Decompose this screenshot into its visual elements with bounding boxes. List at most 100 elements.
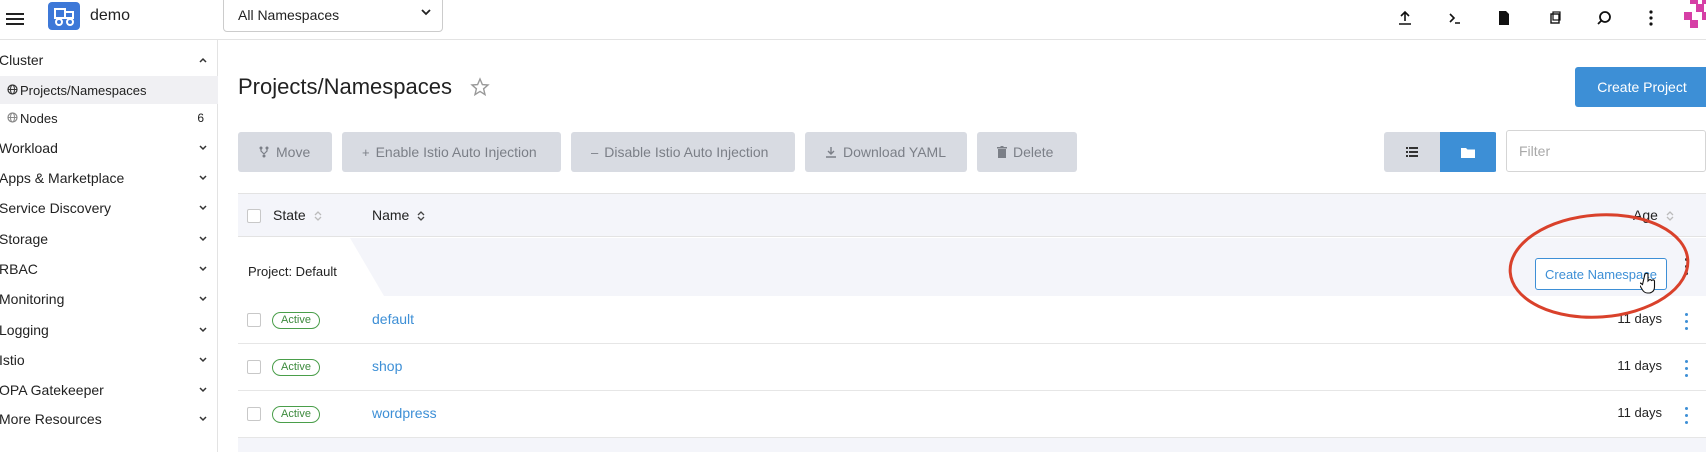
terminal-icon[interactable] — [1443, 6, 1467, 30]
chevron-down-icon — [199, 205, 207, 211]
upload-icon[interactable] — [1393, 6, 1417, 30]
sidebar-group-apps-marketplace[interactable]: Apps & Marketplace — [0, 163, 218, 193]
globe-icon — [7, 84, 18, 95]
chevron-down-icon — [199, 416, 207, 422]
namespace-link[interactable]: default — [372, 311, 414, 327]
sidebar-item-nodes[interactable]: Nodes 6 — [0, 104, 218, 132]
flat-list-toggle[interactable] — [1384, 132, 1440, 172]
table-footer-strip — [238, 438, 1706, 452]
cluster-name: demo — [90, 7, 131, 24]
row-actions-icon[interactable] — [1683, 311, 1691, 331]
select-all-checkbox[interactable] — [247, 209, 261, 223]
chevron-down-icon — [199, 296, 207, 302]
chevron-down-icon — [199, 266, 207, 272]
more-vertical-icon[interactable] — [1639, 6, 1663, 30]
column-state[interactable]: State — [273, 207, 322, 223]
chevron-down-icon — [199, 175, 207, 181]
project-group-label: Project: Default — [248, 264, 337, 279]
cluster-logo-icon — [48, 2, 80, 30]
sidebar-group-more-resources[interactable]: More Resources — [0, 404, 218, 434]
sidebar-item-projects-namespaces[interactable]: Projects/Namespaces — [0, 76, 218, 104]
sidebar: Cluster Projects/Namespaces Nodes 6 Work… — [0, 40, 218, 452]
page-title: Projects/Namespaces — [238, 74, 452, 99]
column-name[interactable]: Name — [372, 207, 425, 223]
namespace-link[interactable]: shop — [372, 358, 402, 374]
column-state-label: State — [273, 207, 306, 223]
column-age[interactable]: Age — [1633, 207, 1674, 223]
sidebar-group-workload[interactable]: Workload — [0, 133, 218, 163]
sidebar-group-label: Logging — [0, 322, 49, 338]
row-checkbox[interactable] — [247, 313, 261, 327]
list-icon — [1406, 147, 1418, 157]
plus-icon: + — [362, 144, 370, 160]
group-by-folder-toggle[interactable] — [1440, 132, 1496, 172]
sidebar-group-monitoring[interactable]: Monitoring — [0, 284, 218, 314]
fork-icon — [259, 146, 269, 158]
nodes-count: 6 — [197, 111, 204, 125]
delete-button[interactable]: Delete — [977, 132, 1077, 172]
download-yaml-button[interactable]: Download YAML — [805, 132, 967, 172]
filter-input[interactable] — [1506, 130, 1706, 172]
download-icon — [826, 147, 836, 158]
column-age-label: Age — [1633, 207, 1658, 223]
sidebar-group-label: Cluster — [0, 52, 44, 68]
group-actions-icon[interactable] — [1683, 256, 1691, 276]
sidebar-group-label: Storage — [0, 231, 49, 247]
status-badge: Active — [272, 359, 320, 376]
table-row: Active default 11 days — [238, 297, 1706, 344]
sidebar-group-istio[interactable]: Istio — [0, 345, 218, 375]
row-checkbox[interactable] — [247, 360, 261, 374]
file-icon[interactable] — [1492, 6, 1516, 30]
age-cell: 11 days — [1617, 405, 1662, 420]
sidebar-item-label: Projects/Namespaces — [20, 83, 147, 98]
menu-icon[interactable] — [4, 8, 26, 30]
top-header: demo All Namespaces — [0, 0, 1706, 40]
search-icon[interactable] — [1592, 6, 1616, 30]
sidebar-item-label: Nodes — [20, 111, 58, 126]
view-toggle — [1384, 132, 1497, 172]
row-checkbox[interactable] — [247, 407, 261, 421]
sidebar-group-label: Apps & Marketplace — [0, 170, 125, 186]
disable-istio-button[interactable]: – Disable Istio Auto Injection — [571, 132, 795, 172]
row-actions-icon[interactable] — [1683, 405, 1691, 425]
chevron-down-icon — [199, 357, 207, 363]
user-avatar[interactable] — [1684, 0, 1706, 34]
sidebar-group-service-discovery[interactable]: Service Discovery — [0, 193, 218, 223]
sidebar-group-label: Monitoring — [0, 291, 65, 307]
disable-istio-label: Disable Istio Auto Injection — [604, 144, 769, 160]
row-actions-icon[interactable] — [1683, 358, 1691, 378]
column-name-label: Name — [372, 207, 410, 223]
folder-icon — [1461, 147, 1475, 158]
enable-istio-label: Enable Istio Auto Injection — [375, 144, 537, 160]
sidebar-group-storage[interactable]: Storage — [0, 224, 218, 254]
star-icon[interactable] — [470, 77, 490, 97]
sort-icon — [314, 211, 322, 222]
copy-icon[interactable] — [1543, 6, 1567, 30]
table-header: State Name Age — [238, 193, 1706, 237]
download-yaml-label: Download YAML — [843, 144, 946, 160]
namespace-selector[interactable]: All Namespaces — [223, 0, 443, 32]
globe-icon — [7, 112, 18, 123]
sidebar-group-label: Workload — [0, 140, 58, 156]
sidebar-group-label: More Resources — [0, 411, 102, 427]
sidebar-group-rbac[interactable]: RBAC — [0, 254, 218, 284]
table-row: Active shop 11 days — [238, 344, 1706, 391]
chevron-down-icon — [199, 236, 207, 242]
status-badge: Active — [272, 406, 320, 423]
sidebar-group-label: Istio — [0, 352, 25, 368]
delete-button-label: Delete — [1013, 144, 1054, 160]
namespace-link[interactable]: wordpress — [372, 405, 437, 421]
sidebar-group-opa-gatekeeper[interactable]: OPA Gatekeeper — [0, 375, 218, 405]
create-project-button[interactable]: Create Project — [1575, 67, 1706, 107]
age-cell: 11 days — [1617, 311, 1662, 326]
chevron-up-icon — [199, 57, 207, 63]
move-button[interactable]: Move — [238, 132, 332, 172]
chevron-down-icon — [199, 387, 207, 393]
age-cell: 11 days — [1617, 358, 1662, 373]
sidebar-group-cluster[interactable]: Cluster — [0, 45, 218, 75]
chevron-down-icon — [421, 9, 431, 16]
table-row: Active wordpress 11 days — [238, 391, 1706, 438]
sidebar-group-label: OPA Gatekeeper — [0, 382, 104, 398]
sidebar-group-logging[interactable]: Logging — [0, 315, 218, 345]
enable-istio-button[interactable]: + Enable Istio Auto Injection — [342, 132, 561, 172]
